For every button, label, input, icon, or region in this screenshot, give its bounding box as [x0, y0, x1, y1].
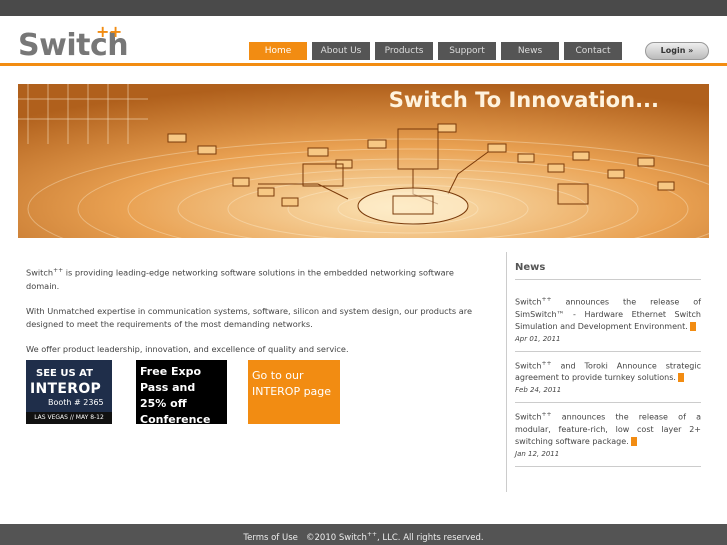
news-brand-sup: ++ [541, 411, 552, 419]
intro-paragraph-1: Switch++ is providing leading-edge netwo… [26, 264, 484, 293]
news-brand-sup: ++ [541, 359, 552, 367]
news-heading: News [515, 262, 701, 280]
nav-products[interactable]: Products [375, 42, 433, 60]
news-date: Jan 12, 2011 [515, 449, 560, 458]
news-panel: News Switch++ announces the release of S… [515, 262, 701, 467]
header-divider [0, 63, 727, 66]
brand-sup: ++ [53, 267, 64, 274]
page: Switch ++ Home About Us Products Support… [0, 16, 727, 524]
copyright-text: ©2010 Switch [306, 532, 367, 543]
news-item: Switch++ announces the release of a modu… [515, 403, 701, 467]
site-logo[interactable]: Switch ++ [18, 22, 129, 63]
nav-contact[interactable]: Contact [564, 42, 622, 60]
brand-name: Switch [26, 267, 54, 278]
hero-banner: Switch To Innovation... [18, 84, 709, 238]
expo-pass-promo[interactable]: Free Expo Pass and 25% off Conference [136, 360, 227, 426]
news-brand: Switch [515, 412, 542, 422]
login-button[interactable]: Login » [645, 42, 709, 60]
terms-link[interactable]: Terms of Use [243, 533, 298, 543]
interop-line2: INTEROP [30, 381, 102, 397]
column-divider [506, 252, 507, 492]
intro-p1-text: is providing leading-edge networking sof… [26, 267, 454, 291]
intro-paragraph-3: We offer product leadership, innovation,… [26, 343, 349, 354]
interop-banner[interactable]: SEE US AT INTEROP Booth # 2365 LAS VEGAS… [26, 360, 112, 424]
copyright-sup: ++ [366, 531, 377, 538]
news-item: Switch++ announces the release of SimSwi… [515, 288, 701, 352]
news-item: Switch++ and Toroki Announce strategic a… [515, 352, 701, 404]
copyright-rest: , LLC. All rights reserved. [377, 532, 484, 543]
interop-line1: SEE US AT [36, 368, 93, 379]
more-arrow-icon[interactable] [678, 373, 685, 383]
banner-title: Switch To Innovation... [388, 88, 659, 112]
news-date: Apr 01, 2011 [515, 334, 561, 343]
logo-sup: ++ [96, 22, 122, 41]
news-date: Feb 24, 2011 [515, 386, 562, 395]
news-brand-sup: ++ [541, 296, 552, 303]
more-arrow-icon[interactable] [690, 321, 697, 331]
nav-news[interactable]: News [501, 42, 559, 60]
footer: Terms of Use ©2010 Switch++, LLC. All ri… [0, 524, 727, 545]
nav-home[interactable]: Home [249, 42, 307, 60]
news-brand: Switch [515, 361, 542, 371]
header: Switch ++ Home About Us Products Support… [0, 16, 727, 66]
main-nav: Home About Us Products Support News Cont… [249, 42, 627, 60]
more-arrow-icon[interactable] [631, 436, 638, 446]
top-strip [0, 0, 727, 16]
intro-paragraph-2: With Unmatched expertise in communicatio… [26, 305, 472, 329]
interop-page-link[interactable]: Go to our INTEROP page [248, 360, 340, 424]
interop-line3: Booth # 2365 [48, 398, 104, 407]
nav-support[interactable]: Support [438, 42, 496, 60]
intro-text: Switch++ is providing leading-edge netwo… [26, 264, 484, 368]
interop-line4: LAS VEGAS // MAY 8-12 [26, 412, 112, 424]
news-brand: Switch [515, 297, 542, 307]
nav-about-us[interactable]: About Us [312, 42, 370, 60]
